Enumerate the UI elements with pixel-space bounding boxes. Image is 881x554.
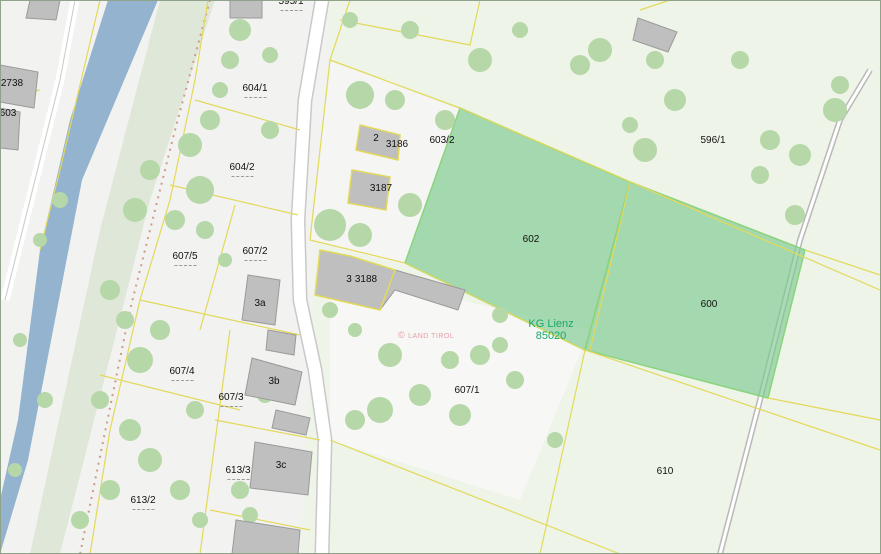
parcel-label-600[interactable]: 600 bbox=[701, 300, 718, 310]
building-label-3a[interactable]: 3a bbox=[254, 299, 265, 309]
parcel-label-613-2[interactable]: 613/2 bbox=[130, 496, 155, 510]
building-label-3188[interactable]: 3188 bbox=[355, 275, 377, 285]
parcel-label-595-1[interactable]: 595/1 bbox=[278, 0, 303, 11]
building-label-3187[interactable]: 3187 bbox=[370, 184, 392, 194]
building-label-3c[interactable]: 3c bbox=[276, 461, 287, 471]
parcel-label-603-2[interactable]: 603/2 bbox=[429, 136, 454, 146]
watermark-text: LAND TIROL bbox=[408, 333, 455, 340]
kg-code: 85020 bbox=[535, 330, 567, 342]
parcel-label-604-1[interactable]: 604/1 bbox=[242, 84, 267, 98]
parcel-label-604-2[interactable]: 604/2 bbox=[229, 163, 254, 177]
map-graphics bbox=[0, 0, 881, 554]
parcel-label-613-3[interactable]: 613/3 bbox=[225, 466, 250, 480]
kg-label: KG Lienz 85020 bbox=[528, 318, 573, 342]
building-label-3[interactable]: 3 bbox=[346, 275, 352, 285]
parcel-label-607-4[interactable]: 607/4 bbox=[169, 367, 194, 381]
building-label-2[interactable]: 2 bbox=[373, 134, 379, 144]
parcel-label-607-3[interactable]: 607/3 bbox=[218, 393, 243, 407]
cadastral-map[interactable]: 595/1 604/1 604/2 607/5 607/2 607/4 607/… bbox=[0, 0, 881, 554]
parcel-label-596-1[interactable]: 596/1 bbox=[700, 136, 725, 146]
parcel-label-603[interactable]: 603 bbox=[0, 109, 16, 119]
parcel-label-602[interactable]: 602 bbox=[523, 235, 540, 245]
watermark: © LAND TIROL bbox=[398, 330, 454, 340]
building-label-3b[interactable]: 3b bbox=[268, 377, 279, 387]
kg-name: KG Lienz bbox=[528, 318, 574, 330]
parcel-label-610[interactable]: 610 bbox=[657, 467, 674, 477]
copyright-icon: © bbox=[398, 330, 406, 340]
parcel-label-2738[interactable]: 2738 bbox=[1, 79, 23, 89]
parcel-label-607-2[interactable]: 607/2 bbox=[242, 247, 267, 261]
building-label-3186[interactable]: 3186 bbox=[386, 140, 408, 150]
parcel-label-607-5[interactable]: 607/5 bbox=[172, 252, 197, 266]
parcel-label-607-1[interactable]: 607/1 bbox=[454, 386, 479, 396]
